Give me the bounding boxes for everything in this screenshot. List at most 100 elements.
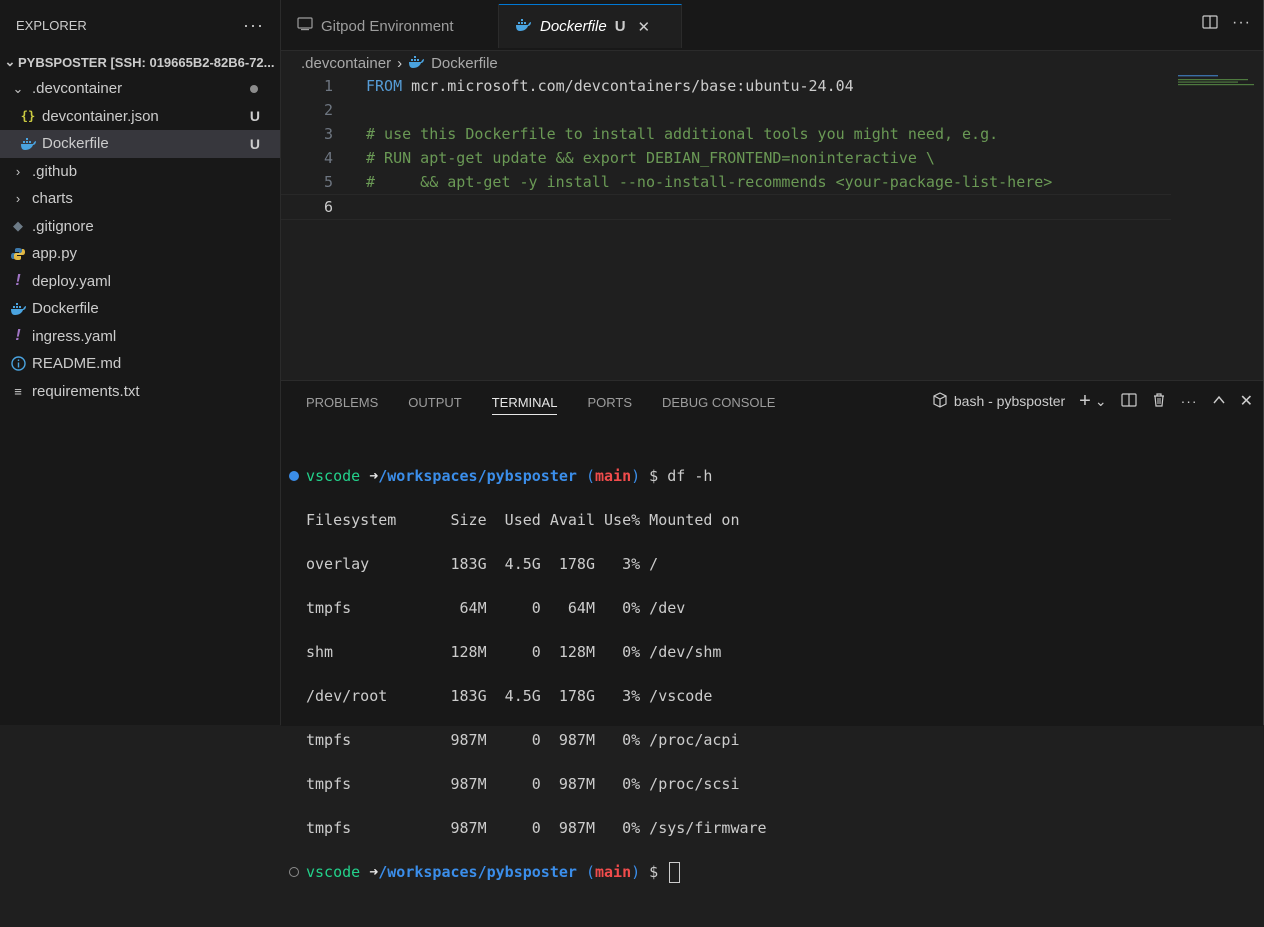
line-number: 6 xyxy=(323,198,333,216)
chevron-down-icon: ⌄ xyxy=(12,80,24,96)
tab-dockerfile[interactable]: Dockerfile U ✕ xyxy=(499,4,682,48)
tree-item-charts-folder[interactable]: › charts xyxy=(0,185,280,213)
tree-item-devcontainer-json[interactable]: {} devcontainer.json U xyxy=(0,103,280,131)
tree-item-dockerfile-devcontainer[interactable]: Dockerfile U xyxy=(0,130,280,158)
docker-icon xyxy=(18,137,38,150)
terminal-line: tmpfs 987M 0 987M 0% /proc/acpi xyxy=(306,731,740,749)
chevron-right-icon: › xyxy=(397,54,403,72)
command-status-dot-icon xyxy=(289,470,299,481)
explorer-sidebar: EXPLORER ··· ⌄ PYBSPOSTER [SSH: 019665B2… xyxy=(0,0,281,725)
tree-item-label: charts xyxy=(32,190,73,208)
new-terminal-icon[interactable]: + xyxy=(1079,391,1091,411)
gitpod-environment-icon xyxy=(297,17,313,35)
tab-output[interactable]: OUTPUT xyxy=(393,381,476,423)
tree-item-dockerfile-root[interactable]: Dockerfile xyxy=(0,295,280,323)
panel-tabs: PROBLEMS OUTPUT TERMINAL PORTS DEBUG CON… xyxy=(291,381,790,423)
more-actions-icon[interactable]: ··· xyxy=(1232,14,1251,35)
editor-actions: ··· xyxy=(1202,14,1251,35)
bottom-panel: PROBLEMS OUTPUT TERMINAL PORTS DEBUG CON… xyxy=(281,380,1263,883)
tree-item-label: app.py xyxy=(32,245,78,263)
terminal-command: $ df -h xyxy=(640,467,713,485)
tree-item-github-folder[interactable]: › .github xyxy=(0,158,280,186)
tree-item-label: .github xyxy=(32,162,78,180)
line-number: 2 xyxy=(323,101,333,119)
tab-terminal[interactable]: TERMINAL xyxy=(477,381,573,423)
untracked-badge: U xyxy=(249,108,260,125)
chevron-down-icon: ⌄ xyxy=(4,54,16,69)
python-icon xyxy=(8,247,28,261)
tree-item-gitignore[interactable]: ◆ .gitignore xyxy=(0,213,280,241)
tree-item-label: deploy.yaml xyxy=(32,272,111,290)
prompt-path: /workspaces/pybsposter xyxy=(378,863,577,881)
close-panel-icon[interactable]: ✕ xyxy=(1240,391,1253,411)
docker-icon xyxy=(408,55,425,72)
terminal-line: /dev/root 183G 4.5G 178G 3% /vscode xyxy=(306,687,713,705)
tab-ports[interactable]: PORTS xyxy=(572,381,647,423)
chevron-right-icon: › xyxy=(15,191,21,207)
explorer-header: EXPLORER ··· xyxy=(0,0,280,50)
tree-item-readme[interactable]: README.md xyxy=(0,350,280,378)
tab-gitpod-environment[interactable]: Gitpod Environment xyxy=(281,4,499,48)
terminal-line: overlay 183G 4.5G 178G 3% / xyxy=(306,555,659,573)
tree-item-label: devcontainer.json xyxy=(42,107,159,125)
prompt-user: vscode xyxy=(306,863,361,881)
untracked-badge: U xyxy=(249,135,260,152)
terminal-cube-icon xyxy=(932,391,948,411)
tree-item-ingress-yaml[interactable]: ! ingress.yaml xyxy=(0,323,280,351)
tree-item-devcontainer-folder[interactable]: ⌄ .devcontainer xyxy=(0,75,280,103)
workspace-root[interactable]: ⌄ PYBSPOSTER [SSH: 019665B2-82B6-72... xyxy=(0,50,280,74)
terminal-name: bash - pybsposter xyxy=(953,393,1066,409)
split-editor-icon[interactable] xyxy=(1202,14,1218,35)
code-comment: # RUN apt-get update && export DEBIAN_FR… xyxy=(366,149,935,167)
split-terminal-icon[interactable] xyxy=(1120,392,1137,411)
more-actions-icon[interactable]: ··· xyxy=(243,15,264,36)
line-number: 1 xyxy=(323,77,333,95)
tab-debug-console[interactable]: DEBUG CONSOLE xyxy=(647,381,790,423)
prompt-branch: main xyxy=(595,863,632,881)
text-file-icon: ≡ xyxy=(14,383,22,399)
current-code-line: 6 xyxy=(281,194,1171,220)
prompt-branch: main xyxy=(595,467,632,485)
tab-label: Gitpod Environment xyxy=(321,17,454,35)
docker-icon xyxy=(515,18,532,35)
code-editor[interactable]: 1 FROM mcr.microsoft.com/devcontainers/b… xyxy=(281,74,1263,379)
breadcrumb-file[interactable]: Dockerfile xyxy=(431,55,498,72)
trash-icon[interactable] xyxy=(1151,392,1167,411)
command-status-dot-icon xyxy=(289,866,299,877)
prompt-symbol: $ xyxy=(640,863,668,881)
code-comment: # && apt-get -y install --no-install-rec… xyxy=(366,173,1053,191)
tree-item-label: ingress.yaml xyxy=(32,327,117,345)
code-line: 1 FROM mcr.microsoft.com/devcontainers/b… xyxy=(281,74,1171,98)
terminal-line: tmpfs 64M 0 64M 0% /dev xyxy=(306,599,686,617)
prompt-arrow: ➜ xyxy=(360,863,379,881)
tree-item-deploy-yaml[interactable]: ! deploy.yaml xyxy=(0,268,280,296)
editor-tab-bar: Gitpod Environment Dockerfile U ✕ ··· xyxy=(281,0,1263,51)
tree-item-requirements[interactable]: ≡ requirements.txt xyxy=(0,378,280,406)
code-text: mcr.microsoft.com/devcontainers/base:ubu… xyxy=(402,77,854,95)
chevron-right-icon: › xyxy=(15,163,21,179)
prompt-user: vscode xyxy=(306,467,361,485)
terminal-cursor xyxy=(669,862,681,883)
close-icon[interactable]: ✕ xyxy=(638,18,651,36)
terminal-selector[interactable]: bash - pybsposter xyxy=(932,391,1066,411)
code-line: 4 # RUN apt-get update && export DEBIAN_… xyxy=(281,146,1171,170)
prompt-paren: ) xyxy=(631,467,641,485)
breadcrumb-folder[interactable]: .devcontainer xyxy=(301,55,391,72)
prompt-line: vscode ➜/workspaces/pybsposter (main) $ xyxy=(289,861,767,883)
terminal-line: Filesystem Size Used Avail Use% Mounted … xyxy=(306,511,740,529)
maximize-panel-icon[interactable] xyxy=(1212,393,1226,410)
line-number: 3 xyxy=(323,125,333,143)
prompt-paren: ) xyxy=(631,863,641,881)
chevron-down-icon[interactable]: ⌄ xyxy=(1095,393,1107,410)
yaml-icon: ! xyxy=(15,327,21,345)
workspace-root-label: PYBSPOSTER [SSH: 019665B2-82B6-72... xyxy=(18,54,275,70)
tab-label: Dockerfile xyxy=(540,18,607,35)
tab-problems[interactable]: PROBLEMS xyxy=(291,381,393,423)
terminal-output[interactable]: vscode ➜/workspaces/pybsposter (main) $ … xyxy=(289,443,767,927)
line-number: 4 xyxy=(323,149,333,167)
more-actions-icon[interactable]: ··· xyxy=(1181,393,1198,409)
tree-item-label: README.md xyxy=(32,355,122,373)
tree-item-app-py[interactable]: app.py xyxy=(0,240,280,268)
minimap[interactable] xyxy=(1178,74,1258,88)
info-icon xyxy=(8,356,28,371)
